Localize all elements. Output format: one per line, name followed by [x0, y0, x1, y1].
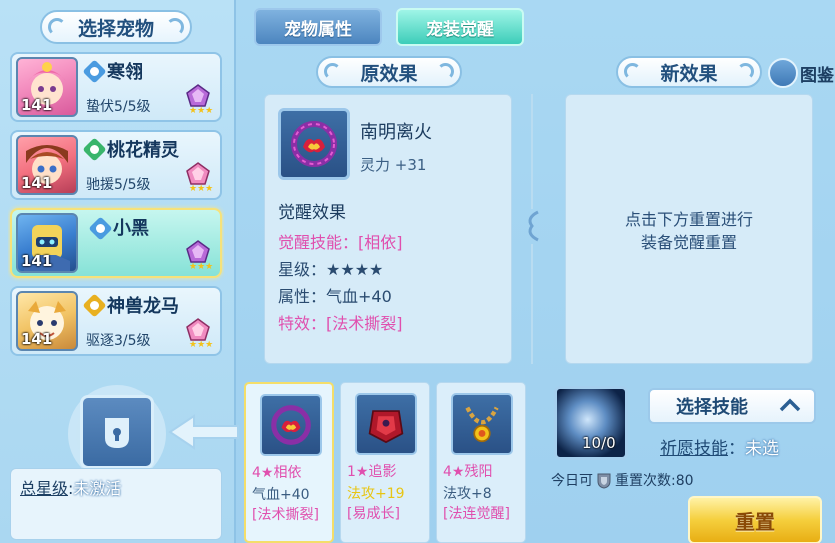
equip-stat: 灵力 +31	[360, 156, 427, 174]
scroll-curl-right-icon	[437, 63, 454, 80]
pet-type-earth-icon	[82, 293, 107, 318]
reset-button[interactable]: 重置	[688, 496, 822, 543]
pet-type-water-icon	[82, 59, 107, 84]
equip-slot-2[interactable]: 1★追影 法攻+19 [易成长]	[340, 382, 430, 543]
skill-count: 10/0	[582, 434, 616, 452]
pet-type-water-icon	[88, 216, 113, 241]
tab-pet-attributes[interactable]: 宠物属性	[254, 8, 382, 46]
scroll-curl-right-icon	[737, 63, 754, 80]
fire-collar-icon	[291, 121, 337, 167]
gold-necklace-icon	[465, 406, 499, 443]
today-reset-count: 今日可 重置次数:80	[551, 473, 694, 489]
pet-skill-level: 驰援5/5级	[86, 177, 151, 193]
pet-avatar: 141	[16, 57, 78, 117]
equip-slot-row: 4★相依 气血+40 [法术撕裂] 1★追影 法攻+19 [易成长] 4★残阳 …	[242, 382, 534, 543]
svg-text:★★★: ★★★	[189, 340, 213, 348]
pet-avatar: 141	[16, 291, 78, 351]
pet-card-shenshou[interactable]: 141 神兽龙马 驱逐3/5级 ★★★	[10, 286, 222, 356]
pet-name: 小黑	[113, 218, 149, 239]
pet-gem-icon: ★★★	[186, 318, 213, 348]
new-effect-header: 新效果	[616, 56, 762, 88]
panel-divider	[528, 94, 539, 364]
lock-icon	[105, 418, 129, 448]
pet-card-xiaohei[interactable]: 141 小黑 ★★★	[10, 208, 222, 278]
equip-slot-1[interactable]: 4★相依 气血+40 [法术撕裂]	[244, 382, 334, 543]
svg-text:★★★: ★★★	[189, 106, 213, 114]
scroll-curl-left-icon	[48, 18, 66, 36]
shield-badge-icon	[597, 473, 611, 489]
star-lock-button[interactable]	[80, 395, 154, 469]
equip-slot-icon	[260, 394, 322, 456]
pet-gem-icon: ★★★	[186, 162, 213, 192]
arrow-left-icon	[168, 414, 239, 450]
awaken-attr-line: 属性：气血+40	[278, 287, 392, 306]
svg-text:★★★: ★★★	[189, 262, 213, 270]
pet-gem-icon: ★★★	[186, 240, 213, 270]
pet-select-title: 选择宠物	[40, 10, 192, 44]
chevron-up-icon	[779, 398, 801, 412]
pet-skill-level: 驱逐3/5级	[86, 333, 151, 349]
scroll-curl-left-icon	[624, 63, 641, 80]
new-effect-hint: 点击下方重置进行 装备觉醒重置	[624, 210, 753, 252]
equip-slot-icon	[355, 393, 417, 455]
pet-name: 桃花精灵	[107, 140, 179, 161]
pet-card-taohua[interactable]: 141 桃花精灵 驰援5/5级 ★★★	[10, 130, 222, 200]
equip-slot-icon	[451, 393, 513, 455]
awaken-effect-title: 觉醒效果	[278, 203, 346, 223]
pet-name: 神兽龙马	[107, 296, 179, 317]
red-armor-icon	[368, 410, 404, 444]
tab-equip-awaken[interactable]: 宠装觉醒	[396, 8, 524, 46]
wish-skill-line: 祈愿技能：未选	[660, 439, 779, 459]
pet-gem-icon: ★★★	[186, 84, 213, 114]
pet-avatar: 141	[16, 135, 78, 195]
awaken-star-line: 星级：★★★★	[278, 260, 384, 279]
pet-name: 寒翎	[107, 62, 143, 83]
pet-skill-level: 蛰伏5/5级	[86, 99, 151, 115]
pet-list[interactable]: 141 寒翎 蛰伏5/5级 ★★★ 141 桃花精灵 驰援5/5级 ★★★ 14…	[8, 52, 224, 364]
star-level-text: 总星级:未激活	[20, 479, 122, 498]
scroll-curl-left-icon	[324, 63, 341, 80]
pet-avatar: 141	[16, 213, 78, 273]
svg-text:★★★: ★★★	[189, 184, 213, 192]
fire-collar-icon	[271, 405, 311, 445]
equip-slot-3[interactable]: 4★残阳 法攻+8 [法连觉醒]	[436, 382, 526, 543]
equip-name: 南明离火	[360, 122, 432, 143]
equip-nanming-lihuo-slot[interactable]	[278, 108, 350, 180]
awaken-skill-line: 觉醒技能：[相依]	[278, 233, 403, 252]
pet-type-wood-icon	[82, 137, 107, 162]
catalog-button[interactable]: 图鉴	[800, 61, 834, 86]
awaken-special-line: 特效：[法术撕裂]	[278, 314, 403, 333]
scroll-curl-right-icon	[166, 18, 184, 36]
catalog-book-icon[interactable]	[768, 58, 798, 88]
pet-card-hanling[interactable]: 141 寒翎 蛰伏5/5级 ★★★	[10, 52, 222, 122]
original-effect-header: 原效果	[316, 56, 462, 88]
